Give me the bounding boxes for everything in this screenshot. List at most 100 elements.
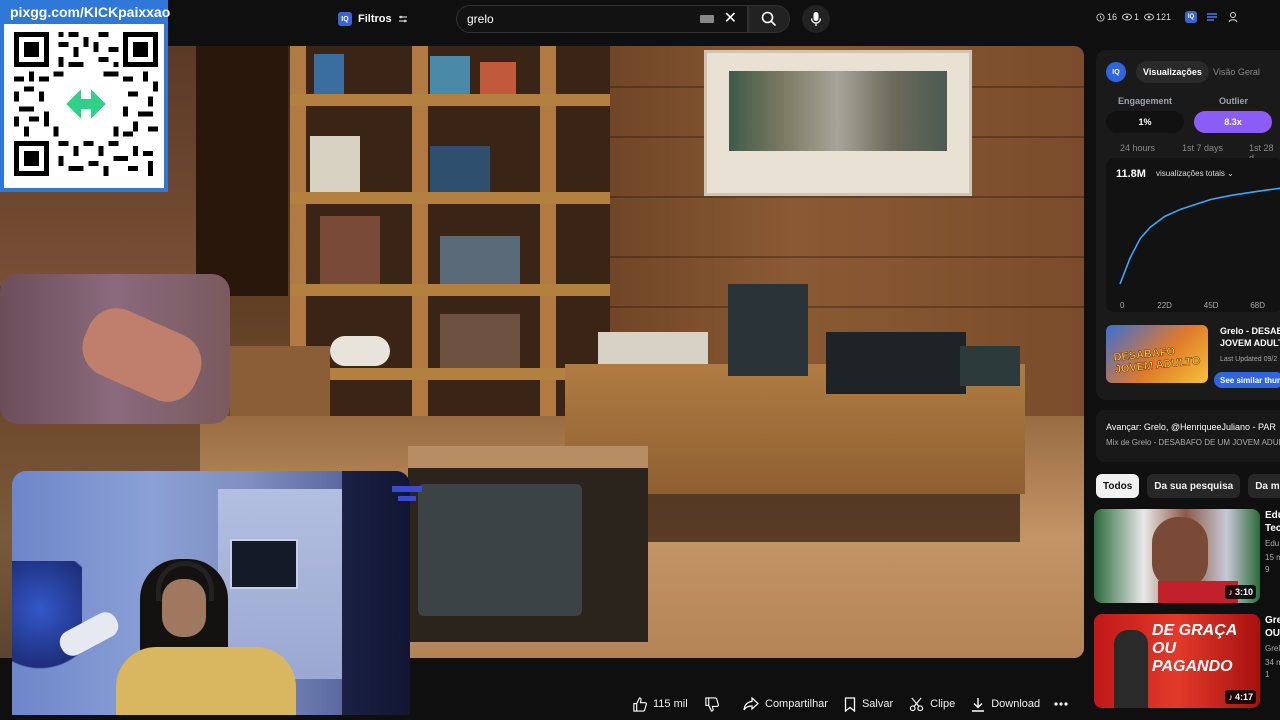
chip-da-mesma[interactable]: Da mesm: [1248, 474, 1280, 498]
filters-button[interactable]: IQ Filtros: [332, 8, 414, 30]
scene-doorway: [196, 46, 288, 296]
panel-video-title-line2: JOVEM ADULT: [1220, 338, 1280, 348]
filter-chips: Todos Da sua pesquisa Da mesm: [1096, 474, 1280, 498]
recommendation-title: Gre OU: [1265, 614, 1280, 640]
keyboard-icon[interactable]: [699, 15, 714, 23]
panel-video-thumbnail[interactable]: DESABAFO JOVEM ADULTO: [1106, 325, 1208, 383]
stat-views-a: 1: [1122, 12, 1139, 22]
stat-views-b: 121: [1144, 12, 1171, 22]
x-tick-label: 68D: [1250, 301, 1265, 310]
duration-value: 3:10: [1234, 587, 1253, 597]
duration-badge: ♪ 4:17: [1225, 690, 1256, 704]
download-button[interactable]: Download: [963, 690, 1048, 718]
recommendation-item[interactable]: DE GRAÇA OU PAGANDO ♪ 4:17 Gre OU Grel 34…: [1094, 614, 1280, 710]
recommendation-meta: 15 m: [1265, 553, 1280, 562]
webcam-overlay: [12, 471, 410, 715]
sliders-icon: [398, 15, 407, 23]
list-icon[interactable]: [1206, 12, 1218, 22]
streamer-shirt: [116, 647, 296, 715]
dislike-button[interactable]: [696, 690, 727, 718]
clock-icon: [1096, 12, 1105, 22]
panel-video-title: Grelo - DESAB JOVEM ADULT: [1220, 325, 1280, 349]
webcam-window: [230, 539, 298, 589]
scene-plank: [600, 306, 1084, 308]
like-count: 115 mil: [653, 698, 688, 710]
scene-picture-frame: [704, 50, 972, 196]
thumb-face: [1152, 517, 1208, 589]
qr-url: pixgg.com/KICKpaixxao: [4, 0, 170, 24]
engagement-value: 1%: [1106, 111, 1184, 133]
clip-button[interactable]: Clipe: [901, 690, 963, 718]
recommendation-title-line2: Tec: [1265, 523, 1280, 534]
scene-stereo: [826, 332, 966, 394]
panel-thumb-text: DESABAFO JOVEM ADULTO: [1113, 345, 1202, 376]
views-chart: 11.8M visualizações totais ⌄ 0 22D 45D 68D: [1106, 158, 1280, 312]
shelf-bowl: [330, 336, 390, 366]
search-box[interactable]: grelo ✕: [456, 5, 748, 33]
autoplay-next[interactable]: Avançar: Grelo, @HenriqueeJuliano - PAR …: [1096, 410, 1280, 462]
stats-bar: 16 1 121: [1096, 12, 1171, 22]
recommendation-thumbnail[interactable]: ♪ 3:10: [1094, 509, 1260, 603]
recommendation-channel[interactable]: Edu: [1265, 539, 1280, 548]
scene-crt-tv: [408, 446, 648, 642]
recommendation-meta-2: 9: [1265, 565, 1270, 574]
shelf-board: [290, 284, 610, 296]
x-tick-label: 0: [1120, 301, 1125, 310]
share-button[interactable]: Compartilhar: [735, 690, 836, 718]
clear-search-icon[interactable]: ✕: [724, 11, 737, 27]
range-7d[interactable]: 1st 7 days: [1182, 143, 1223, 153]
recommendation-title-line1: Gre: [1265, 615, 1280, 626]
thumb-text-line1: DE GRAÇA: [1152, 622, 1238, 639]
last-updated: Last Updated 09/2: [1220, 356, 1278, 363]
stat-history-value: 16: [1107, 12, 1118, 22]
scene-plank: [600, 256, 1084, 258]
shelf-post: [412, 46, 428, 446]
shelf-item: [440, 314, 520, 368]
duration-value: 4:17: [1234, 692, 1253, 702]
outlier-value: 8.3x: [1194, 111, 1272, 133]
recommendation-title: Edu Tec: [1265, 509, 1280, 535]
see-similar-button[interactable]: See similar thum: [1214, 372, 1280, 388]
search-icon: [761, 11, 777, 27]
chip-todos[interactable]: Todos: [1096, 474, 1140, 498]
shelf-post: [540, 46, 556, 446]
scene-radio: [960, 346, 1020, 386]
search-input[interactable]: grelo: [467, 12, 700, 26]
scene-speaker: [728, 284, 808, 376]
microphone-icon: [810, 12, 822, 26]
search-button[interactable]: [748, 5, 790, 33]
recommendation-channel[interactable]: Grel: [1265, 644, 1280, 653]
recommendation-title-line1: Edu: [1265, 510, 1280, 521]
voice-search-button[interactable]: [802, 5, 830, 33]
share-icon: [743, 697, 759, 711]
shelf-item: [480, 62, 516, 94]
recommendation-item[interactable]: ♪3:10 Edu Tec Edu 15 m 9: [1094, 509, 1280, 605]
shelf-item: [430, 146, 490, 192]
tab-visao-geral[interactable]: Visão Geral: [1213, 61, 1260, 83]
save-button[interactable]: Salvar: [836, 690, 901, 718]
extension-icon[interactable]: [1227, 11, 1239, 23]
panel-video-title-line1: Grelo - DESAB: [1220, 326, 1280, 336]
shelf-item: [440, 236, 520, 284]
eye-icon: [1122, 13, 1133, 21]
thumbs-up-icon: [633, 696, 647, 712]
shelf-item: [314, 54, 344, 94]
scene-vcr: [598, 332, 708, 364]
download-icon: [972, 697, 985, 712]
recommendation-meta: 34 m: [1265, 658, 1280, 667]
more-actions-button[interactable]: [1048, 690, 1074, 718]
range-24h[interactable]: 24 hours: [1120, 143, 1155, 153]
shelf-board: [290, 192, 610, 204]
share-label: Compartilhar: [765, 698, 828, 710]
bookmark-icon: [844, 696, 856, 712]
iq-icon[interactable]: IQ: [1185, 11, 1197, 23]
recommendation-meta-2: 1: [1265, 670, 1270, 679]
duration-badge: ♪ 3:10: [1225, 585, 1256, 599]
stat-history: 16: [1096, 12, 1117, 22]
tab-visualizacoes[interactable]: Visualizações: [1136, 61, 1209, 83]
like-button[interactable]: 115 mil: [624, 690, 696, 718]
scene-tv-screen: [418, 484, 582, 616]
chip-da-sua-pesquisa[interactable]: Da sua pesquisa: [1147, 474, 1241, 498]
scene-bookshelf: [290, 46, 610, 446]
recommendation-thumbnail[interactable]: DE GRAÇA OU PAGANDO ♪ 4:17: [1094, 614, 1260, 708]
